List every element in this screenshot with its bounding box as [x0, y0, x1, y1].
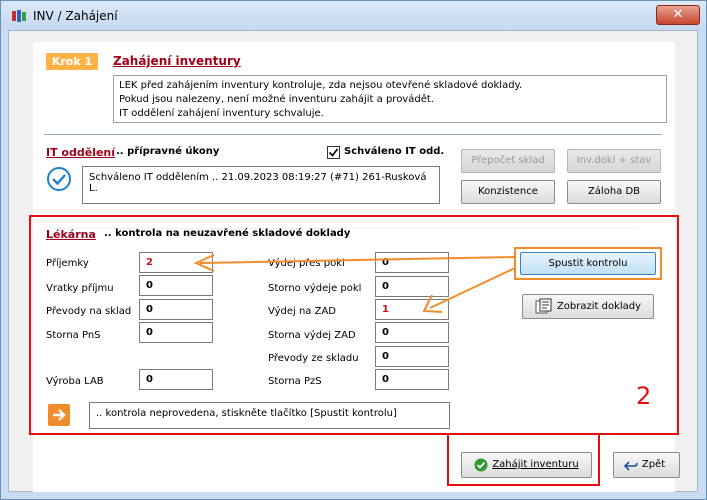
start-inventory-label: Zahájit inventuru [492, 459, 579, 470]
back-button[interactable]: Zpět [613, 452, 680, 478]
start-inventory-button[interactable]: Zahájit inventuru [461, 452, 592, 478]
back-label: Zpět [641, 459, 666, 470]
check-circle-icon [474, 458, 488, 472]
back-arrow-icon [624, 461, 638, 471]
annotation-arrows [193, 254, 516, 313]
